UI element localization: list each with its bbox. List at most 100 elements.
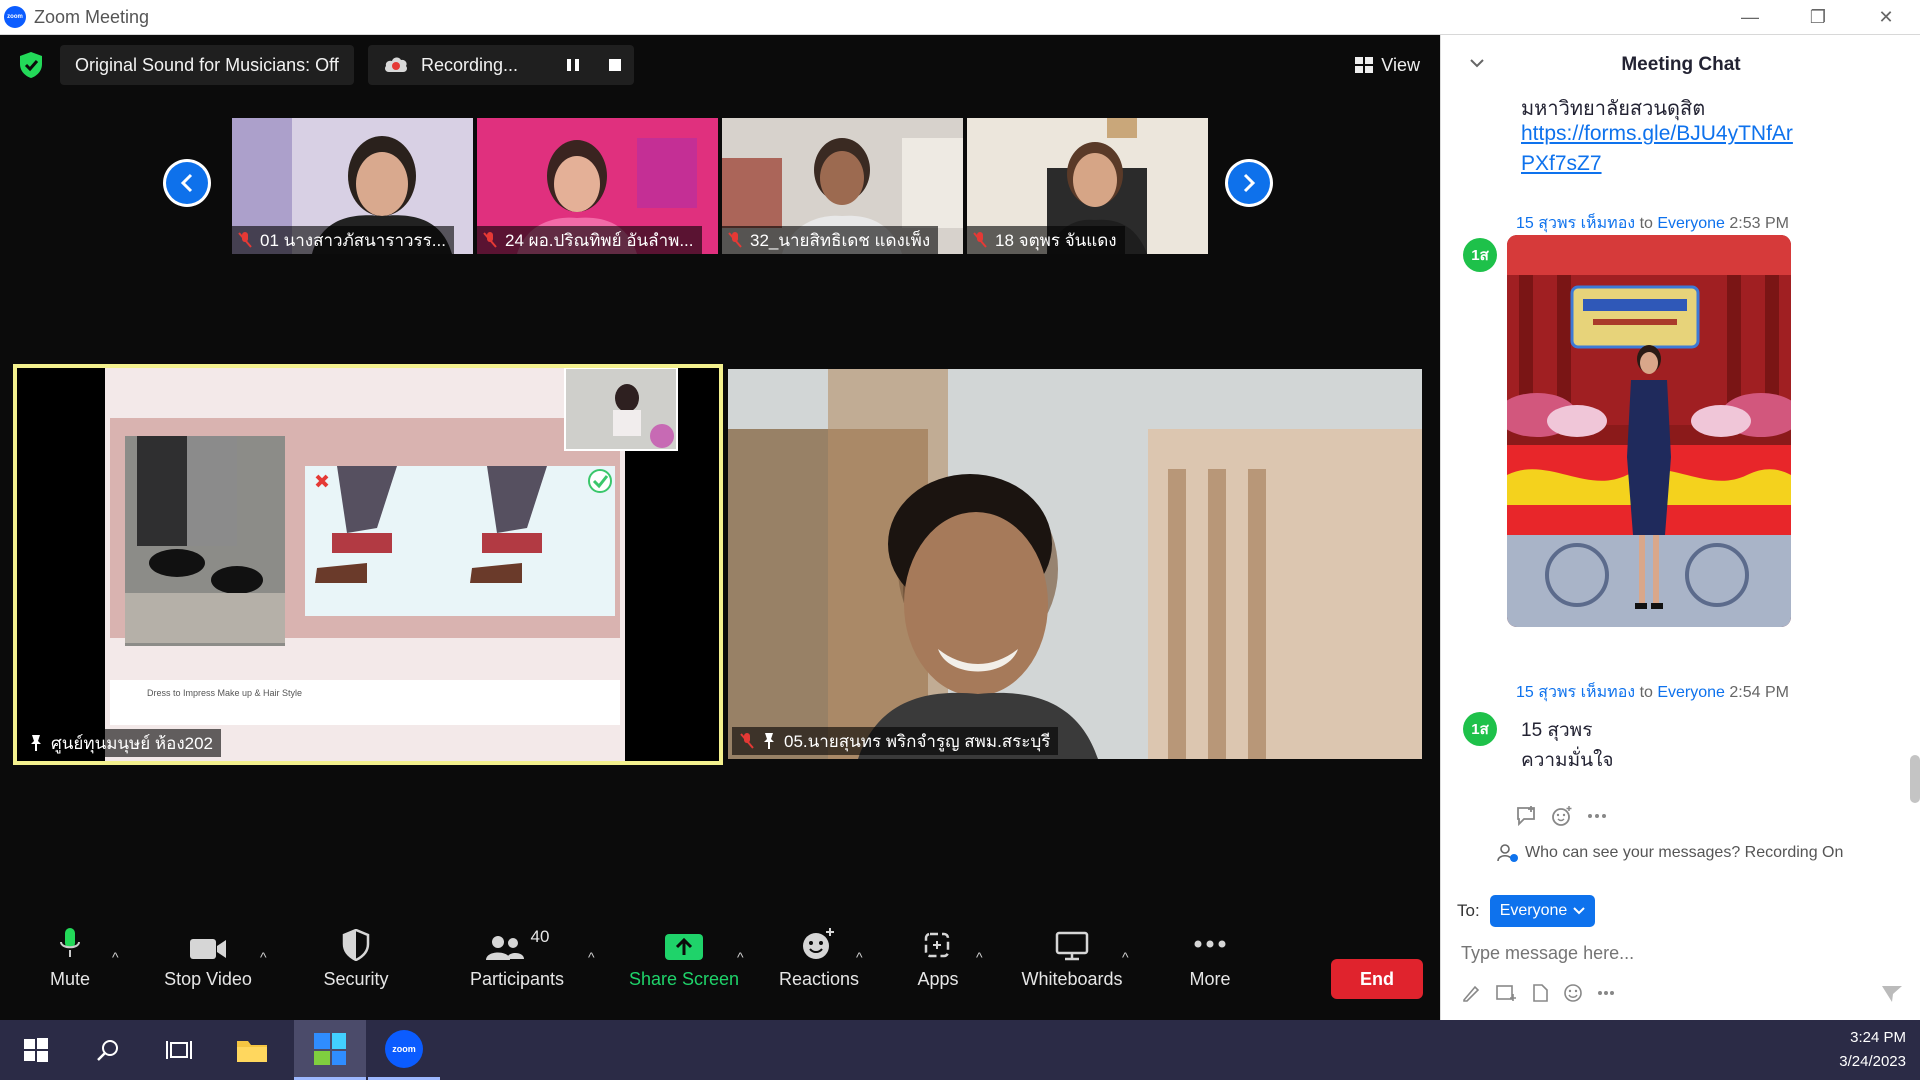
participants-options-chevron-icon[interactable]: ^ [588, 949, 595, 965]
more-options-icon[interactable] [1587, 813, 1607, 819]
format-text-icon[interactable] [1461, 983, 1481, 1003]
zoom-taskbar-button[interactable]: zoom [368, 1020, 440, 1080]
send-icon[interactable] [1881, 985, 1903, 1003]
avatar: 1ส [1463, 238, 1497, 272]
task-view-icon [166, 1041, 192, 1059]
view-button[interactable]: View [1355, 45, 1420, 85]
participant-strip: 01 นางสาวภัสนาราวรร... 24 ผอ.ปริณทิพย์ อ… [232, 118, 1208, 254]
mic-muted-icon [728, 232, 742, 248]
chat-message-meta: 15 สุวพร เห็มทอง to Everyone 2:54 PM [1516, 684, 1789, 701]
folder-icon [237, 1041, 267, 1062]
app-tiles-icon [314, 1032, 346, 1065]
more-options-icon[interactable] [1597, 990, 1615, 996]
message-actions [1515, 805, 1607, 827]
file-attach-icon[interactable] [1531, 983, 1549, 1003]
clock-time: 3:24 PM [1850, 1029, 1906, 1046]
original-sound-button[interactable]: Original Sound for Musicians: Off [60, 45, 354, 85]
grid-view-icon [1355, 57, 1374, 73]
more-dots-icon [1194, 940, 1226, 948]
shared-photo [1507, 235, 1791, 627]
encryption-shield-icon[interactable] [18, 51, 44, 79]
windows-logo-icon [24, 1038, 48, 1062]
chat-message-text: 15 สุวพร ความมั่นใจ [1521, 720, 1614, 771]
original-sound-label: Original Sound for Musicians: Off [75, 54, 339, 75]
chat-image[interactable] [1507, 235, 1791, 627]
participant-tile[interactable]: 24 ผอ.ปริณทิพย์ อันลำพ... [477, 118, 718, 254]
pin-icon [31, 735, 41, 751]
active-speaker-tile[interactable]: Dress to Impress Make up & Hair Style ศู… [13, 364, 723, 765]
clock-date: 3/24/2023 [1839, 1053, 1906, 1070]
whiteboard-options-chevron-icon[interactable]: ^ [1122, 949, 1129, 965]
participant-video-tile[interactable]: 05.นายสุนทร พริกจำรูญ สพม.สระบุรี [728, 369, 1422, 759]
participants-count: 40 [530, 927, 550, 946]
next-page-button[interactable] [1225, 159, 1273, 207]
task-view-button[interactable] [144, 1020, 216, 1080]
chat-link[interactable]: https://forms.gle/BJU4yTNfAr PXf7sZ7 [1521, 119, 1793, 179]
pin-icon [764, 733, 774, 749]
view-label: View [1381, 54, 1420, 75]
security-button[interactable]: Security [316, 905, 396, 1020]
chat-title: Meeting Chat [1621, 54, 1741, 75]
search-icon [97, 1040, 118, 1061]
zoom-app-icon: zoom [385, 1029, 423, 1068]
chat-scrollbar[interactable] [1910, 755, 1920, 803]
recipient-selector: To: Everyone [1457, 895, 1596, 927]
mic-muted-icon [740, 733, 754, 749]
stop-video-button[interactable]: Stop Video [158, 905, 258, 1020]
recording-indicator: Recording... [368, 45, 634, 85]
reply-icon[interactable] [1515, 805, 1537, 827]
zoom-app: zoom Zoom Meeting — ❐ ✕ Original Sound f… [0, 0, 1920, 1080]
mute-options-chevron-icon[interactable]: ^ [112, 949, 119, 965]
minimize-icon[interactable]: — [1716, 0, 1784, 35]
participant-name: 18 จตุพร จันแดง [967, 226, 1125, 254]
apps-button[interactable]: Apps [910, 905, 966, 1020]
chevron-down-icon[interactable] [1469, 57, 1485, 69]
previous-page-button[interactable] [163, 159, 211, 207]
start-button[interactable] [0, 1020, 72, 1080]
video-options-chevron-icon[interactable]: ^ [260, 949, 267, 965]
close-icon[interactable]: ✕ [1852, 0, 1920, 35]
app-taskbar-button[interactable] [294, 1020, 366, 1080]
participant-name: 05.นายสุนทร พริกจำรูญ สพม.สระบุรี [732, 727, 1059, 755]
to-label: To: [1457, 901, 1480, 920]
meeting-chat-panel: Meeting Chat มหาวิทยาลัยสวนดุสิต https:/… [1440, 35, 1920, 1020]
file-explorer-button[interactable] [216, 1020, 288, 1080]
chat-message-meta: 15 สุวพร เห็มทอง to Everyone 2:53 PM [1516, 215, 1789, 232]
mic-muted-icon [238, 232, 252, 248]
mute-button[interactable]: Mute [38, 905, 102, 1020]
reactions-options-chevron-icon[interactable]: ^ [856, 949, 863, 965]
whiteboard-icon [1055, 931, 1089, 961]
add-reaction-icon[interactable] [1551, 805, 1573, 827]
system-clock[interactable]: 3:24 PM 3/24/2023 [1839, 1026, 1906, 1074]
apps-icon [924, 932, 950, 958]
participant-name: 24 ผอ.ปริณทิพย์ อันลำพ... [477, 226, 702, 254]
whiteboards-button[interactable]: Whiteboards [1016, 905, 1128, 1020]
participants-button[interactable]: 40 Participants [462, 905, 572, 1020]
participant-video [728, 369, 1422, 759]
mic-muted-icon [973, 232, 987, 248]
chat-message-input[interactable] [1461, 935, 1901, 971]
more-button[interactable]: More [1178, 905, 1242, 1020]
recipient-dropdown[interactable]: Everyone [1489, 895, 1596, 927]
search-button[interactable] [72, 1020, 144, 1080]
video-camera-icon [190, 939, 226, 959]
share-screen-button[interactable]: Share Screen [628, 905, 740, 1020]
participant-tile[interactable]: 32_นายสิทธิเดช แดงเพ็ง [722, 118, 963, 254]
end-meeting-button[interactable]: End [1331, 959, 1423, 999]
participant-tile[interactable]: 18 จตุพร จันแดง [967, 118, 1208, 254]
participant-name: 01 นางสาวภัสนาราวรร... [232, 226, 454, 254]
share-options-chevron-icon[interactable]: ^ [737, 949, 744, 965]
restore-icon[interactable]: ❐ [1784, 0, 1852, 35]
chevron-left-icon [180, 173, 193, 193]
screenshot-icon[interactable] [1495, 983, 1517, 1003]
emoji-icon[interactable] [1563, 983, 1583, 1003]
stop-recording-icon[interactable] [608, 45, 622, 85]
windows-taskbar: zoom 3:24 PM 3/24/2023 [0, 1020, 1920, 1080]
share-screen-icon [665, 934, 703, 960]
participants-icon [485, 936, 524, 960]
reactions-button[interactable]: Reactions [776, 905, 862, 1020]
privacy-notice[interactable]: Who can see your messages? Recording On [1497, 843, 1843, 863]
participant-tile[interactable]: 01 นางสาวภัสนาราวรร... [232, 118, 473, 254]
pause-recording-icon[interactable] [566, 45, 580, 85]
apps-options-chevron-icon[interactable]: ^ [976, 949, 983, 965]
